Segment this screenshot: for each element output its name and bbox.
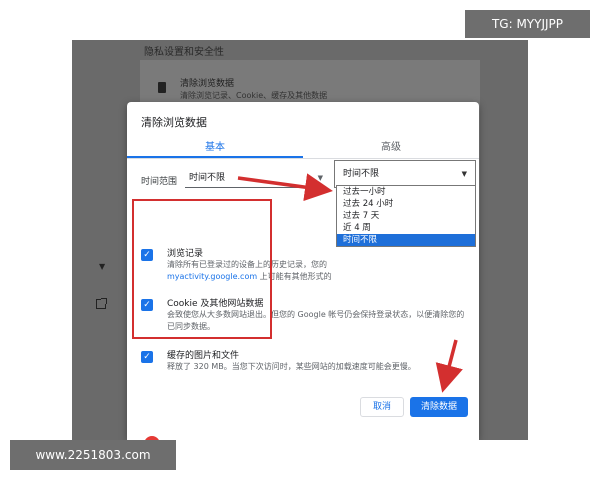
tab-divider xyxy=(127,158,479,159)
time-range-select[interactable]: 时间不限 ▼ xyxy=(185,168,327,188)
clear-data-row-title: 清除浏览数据 xyxy=(180,79,235,89)
trash-icon xyxy=(158,82,166,93)
tab-advanced[interactable]: 高级 xyxy=(303,138,479,153)
dropdown-value: 时间不限 xyxy=(343,169,380,179)
time-range-options: 过去一小时 过去 24 小时 过去 7 天 近 4 周 时间不限 xyxy=(336,185,476,247)
time-range-label: 时间范围 xyxy=(141,177,178,187)
dropdown-caret-icon: ▼ xyxy=(317,174,323,182)
cache-title: 缓存的图片和文件 xyxy=(167,351,240,361)
checkmark-icon: ✓ xyxy=(143,352,151,362)
annotation-box xyxy=(132,199,272,339)
clear-data-button[interactable]: 清除数据 xyxy=(410,397,468,417)
option-all-time[interactable]: 时间不限 xyxy=(337,234,475,246)
privacy-section-title: 隐私设置和安全性 xyxy=(144,47,224,58)
cache-checkbox[interactable]: ✓ xyxy=(141,351,153,363)
cancel-button[interactable]: 取消 xyxy=(360,397,404,417)
time-range-dropdown[interactable]: 时间不限 ▼ xyxy=(334,160,476,188)
clear-data-row-subtitle: 清除浏览记录、Cookie、缓存及其他数据 xyxy=(180,91,328,100)
time-range-value: 时间不限 xyxy=(189,173,226,183)
chevron-down-icon[interactable]: ▼ xyxy=(99,262,105,271)
tab-basic[interactable]: 基本 xyxy=(127,138,303,153)
option-last-4-weeks[interactable]: 近 4 周 xyxy=(337,222,475,234)
option-past-24-hours[interactable]: 过去 24 小时 xyxy=(337,198,475,210)
cache-desc: 释放了 320 MB。当您下次访问时，某些网站的加载速度可能会更慢。 xyxy=(167,362,416,371)
dialog-title: 清除浏览数据 xyxy=(141,116,207,129)
dropdown-caret-icon: ▼ xyxy=(461,170,467,178)
watermark-top: TG: MYYJJPP xyxy=(465,10,590,38)
option-past-hour[interactable]: 过去一小时 xyxy=(337,186,475,198)
option-past-7-days[interactable]: 过去 7 天 xyxy=(337,210,475,222)
open-in-new-icon[interactable] xyxy=(96,298,107,309)
watermark-bottom: www.2251803.com xyxy=(10,440,176,470)
